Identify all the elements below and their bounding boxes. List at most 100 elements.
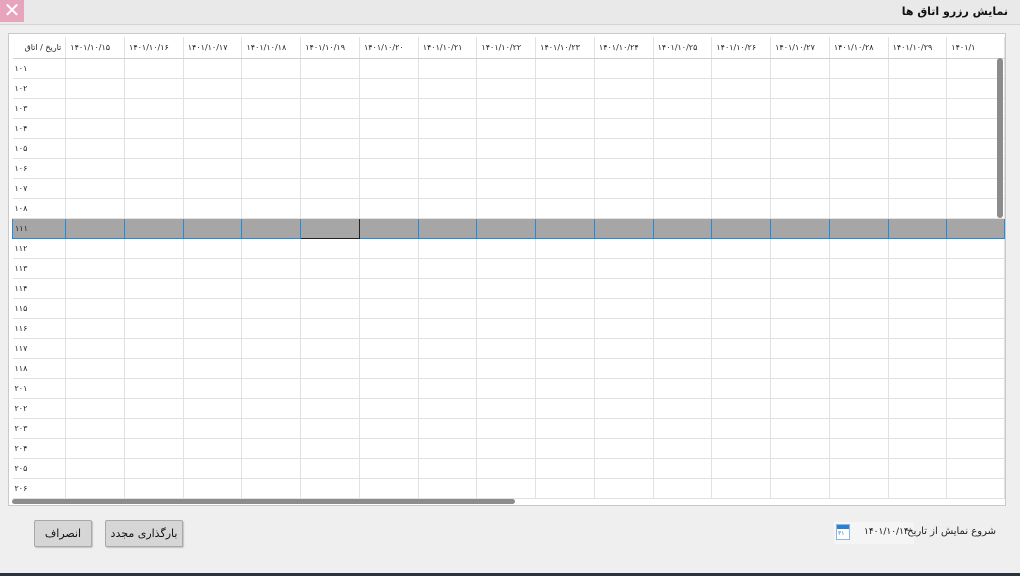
start-date-value[interactable]: ۱۴۰۱/۱۰/۱۴ <box>864 527 909 537</box>
reservation-cell[interactable] <box>770 378 830 399</box>
room-label[interactable]: ۱۱۱ <box>11 217 67 239</box>
reservation-cell[interactable] <box>300 278 360 299</box>
reservation-cell[interactable] <box>476 358 537 379</box>
reservation-cell[interactable] <box>829 58 889 79</box>
table-row[interactable]: ۱۱۱ <box>11 217 1005 239</box>
room-label[interactable]: ۱۱۵ <box>12 298 67 319</box>
reservation-cell[interactable] <box>183 338 243 359</box>
reservation-cell[interactable] <box>418 398 478 419</box>
reservation-cell[interactable] <box>594 318 654 339</box>
reservation-cell[interactable] <box>359 58 419 79</box>
reservation-cell[interactable] <box>946 378 1005 399</box>
reservation-cell[interactable] <box>653 58 713 79</box>
reservation-cell[interactable] <box>888 378 948 399</box>
date-column-header[interactable]: ۱۴۰۱/۱۰/۲۸ <box>829 37 889 59</box>
reservation-cell[interactable] <box>476 458 537 479</box>
reservation-cell[interactable] <box>770 338 830 359</box>
reservation-cell[interactable] <box>829 198 889 219</box>
reservation-cell[interactable] <box>182 217 243 239</box>
reservation-cell[interactable] <box>829 358 889 379</box>
reservation-cell[interactable] <box>946 178 1005 199</box>
reservation-cell[interactable] <box>888 178 948 199</box>
reservation-cell[interactable] <box>653 238 713 259</box>
reservation-cell[interactable] <box>124 278 184 299</box>
reservation-cell[interactable] <box>359 438 419 459</box>
reservation-cell[interactable] <box>535 458 595 479</box>
reservation-cell[interactable] <box>946 278 1005 299</box>
date-column-header[interactable]: ۱۴۰۱/۱۰/۱۸ <box>241 37 302 59</box>
reservation-cell[interactable] <box>241 298 302 319</box>
reservation-cell[interactable] <box>241 458 302 479</box>
reservation-cell[interactable] <box>535 318 595 339</box>
reservation-cell[interactable] <box>65 238 126 259</box>
reservation-cell[interactable] <box>418 458 478 479</box>
reservation-cell[interactable] <box>770 478 830 499</box>
reservation-cell[interactable] <box>946 458 1005 479</box>
vertical-scrollbar[interactable] <box>997 58 1003 218</box>
reservation-cell[interactable] <box>476 158 537 179</box>
reservation-cell[interactable] <box>535 118 595 139</box>
reservation-cell[interactable] <box>183 438 243 459</box>
reservation-cell[interactable] <box>652 217 713 239</box>
reservation-cell[interactable] <box>241 198 302 219</box>
reservation-cell[interactable] <box>476 478 537 499</box>
reservation-cell[interactable] <box>946 398 1005 419</box>
reservation-cell[interactable] <box>946 258 1005 279</box>
reservation-cell[interactable] <box>711 438 772 459</box>
reservation-cell[interactable] <box>65 418 126 439</box>
reservation-cell[interactable] <box>241 398 302 419</box>
reservation-cell[interactable] <box>476 98 537 119</box>
reservation-cell[interactable] <box>418 78 478 99</box>
reservation-cell[interactable] <box>829 298 889 319</box>
reservation-cell[interactable] <box>65 258 126 279</box>
reservation-cell[interactable] <box>653 438 713 459</box>
reservation-cell[interactable] <box>653 98 713 119</box>
reservation-cell[interactable] <box>653 418 713 439</box>
reservation-cell[interactable] <box>653 118 713 139</box>
reservation-cell[interactable] <box>65 398 126 419</box>
reservation-cell[interactable] <box>594 178 654 199</box>
reservation-grid[interactable]: تاریخ / اتاق ۱۴۰۱/۱۰/۱۵ ۱۴۰۱/۱۰/۱۶ ۱۴۰۱/۱۰/… <box>8 33 1006 506</box>
reservation-cell[interactable] <box>476 198 537 219</box>
date-column-header[interactable]: ۱۴۰۱/۱۰/۲۹ <box>888 37 948 59</box>
reservation-cell[interactable] <box>711 298 772 319</box>
table-row[interactable]: ۲۰۵ <box>12 458 1005 479</box>
reservation-cell[interactable] <box>359 478 419 499</box>
room-label[interactable]: ۲۰۱ <box>12 378 67 399</box>
date-column-header[interactable]: ۱۴۰۱/۱۰/۲۵ <box>653 37 713 59</box>
reservation-cell[interactable] <box>653 258 713 279</box>
reservation-cell[interactable] <box>65 58 126 79</box>
reservation-cell[interactable] <box>946 217 1005 239</box>
reservation-cell[interactable] <box>594 158 654 179</box>
reservation-cell[interactable] <box>888 258 948 279</box>
reservation-cell[interactable] <box>887 217 948 239</box>
reservation-cell[interactable] <box>183 378 243 399</box>
reservation-cell[interactable] <box>418 98 478 119</box>
date-column-header[interactable]: ۱۴۰۱/۱۰/۲۳ <box>535 37 595 59</box>
reservation-cell[interactable] <box>711 78 772 99</box>
table-row[interactable]: ۱۱۴ <box>12 278 1005 299</box>
reload-button[interactable]: بارگذاری مجدد <box>105 520 183 547</box>
reservation-cell[interactable] <box>418 278 478 299</box>
reservation-cell[interactable] <box>829 178 889 199</box>
reservation-cell[interactable] <box>183 78 243 99</box>
reservation-cell[interactable] <box>770 278 830 299</box>
reservation-cell[interactable] <box>65 98 126 119</box>
date-column-header[interactable]: ۱۴۰۱/۱۰/۱۹ <box>300 37 360 59</box>
reservation-cell[interactable] <box>241 78 302 99</box>
reservation-cell[interactable] <box>946 418 1005 439</box>
reservation-cell[interactable] <box>418 58 478 79</box>
reservation-cell[interactable] <box>183 358 243 379</box>
reservation-cell[interactable] <box>946 98 1005 119</box>
date-column-header[interactable]: ۱۴۰۱/۱۰/۲۱ <box>418 37 478 59</box>
reservation-cell[interactable] <box>418 338 478 359</box>
reservation-cell[interactable] <box>594 298 654 319</box>
reservation-cell[interactable] <box>535 78 595 99</box>
reservation-cell[interactable] <box>359 98 419 119</box>
reservation-cell[interactable] <box>65 217 126 239</box>
reservation-cell[interactable] <box>888 58 948 79</box>
reservation-cell[interactable] <box>65 298 126 319</box>
reservation-cell[interactable] <box>300 298 360 319</box>
reservation-cell[interactable] <box>65 198 126 219</box>
reservation-cell[interactable] <box>124 358 184 379</box>
